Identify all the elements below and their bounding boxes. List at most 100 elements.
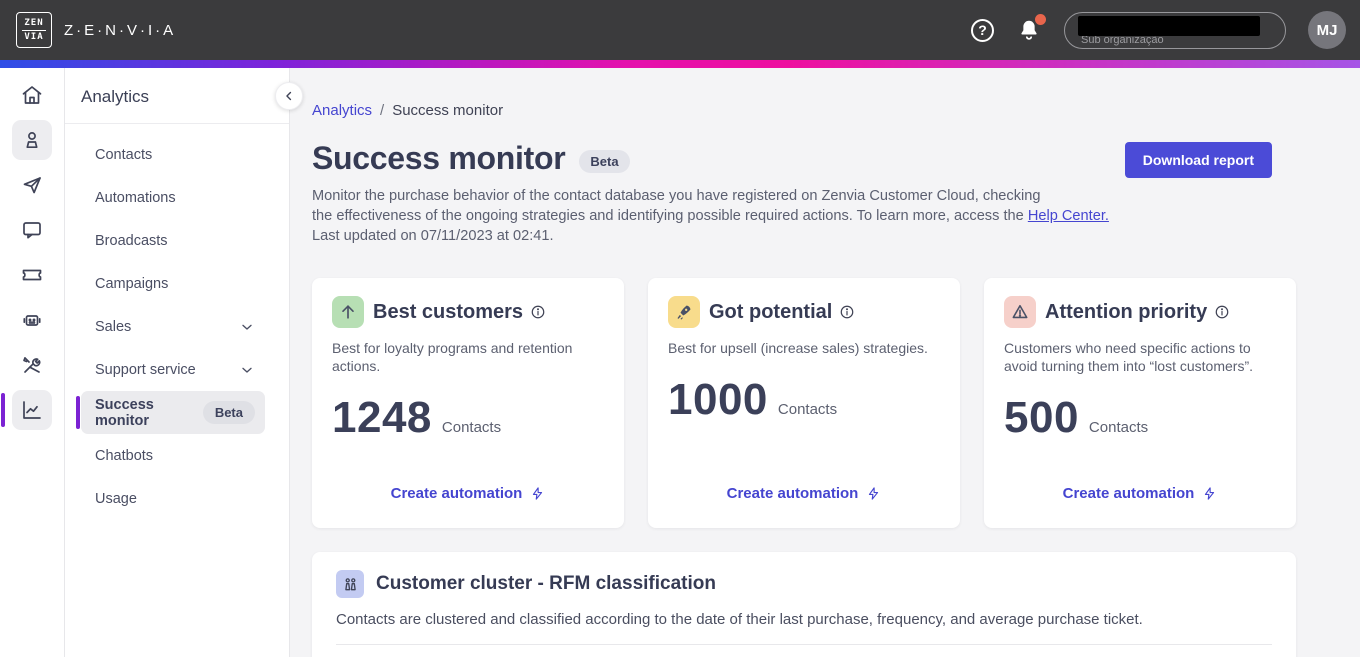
zenvia-wordmark: Z·E·N·V·I·A (64, 21, 177, 39)
module-icon-rail (0, 68, 65, 657)
create-automation-link[interactable]: Create automation (332, 485, 604, 514)
sidebar-item-label: Broadcasts (95, 232, 168, 249)
help-center-link[interactable]: Help Center. (1028, 208, 1109, 224)
tools-icon (23, 357, 41, 373)
people-group-icon (336, 570, 364, 598)
send-icon (23, 177, 41, 194)
logo-text-top: ZEN (22, 18, 46, 31)
user-avatar[interactable]: MJ (1308, 11, 1346, 49)
download-report-button[interactable]: Download report (1124, 142, 1272, 178)
contacts-unit: Contacts (777, 401, 838, 418)
warning-triangle-icon (1004, 296, 1036, 328)
breadcrumb: Analytics / Success monitor (312, 102, 1296, 119)
sidebar-item-label: Contacts (95, 146, 153, 163)
info-icon[interactable] (530, 304, 546, 320)
analytics-sidebar: Analytics Contacts Automations Broadcast… (65, 68, 303, 657)
sidebar-item-success-monitor[interactable]: Success monitor Beta (76, 391, 265, 434)
contacts-count: 1000 (668, 375, 768, 424)
sidebar-item-sales[interactable]: Sales (81, 305, 265, 348)
sidebar-item-campaigns[interactable]: Campaigns (81, 262, 265, 305)
create-automation-link[interactable]: Create automation (668, 485, 940, 514)
lightning-bolt-icon (869, 487, 879, 500)
got-potential-card: Got potential Best for upsell (increase … (648, 278, 960, 528)
avatar-initials: MJ (1316, 21, 1338, 39)
card-description: Customers who need specific actions to a… (1004, 340, 1253, 374)
card-title: Attention priority (1045, 300, 1208, 323)
card-title: Best customers (373, 300, 524, 323)
rail-item-broadcasts[interactable] (12, 165, 52, 205)
rail-item-chatbots[interactable] (12, 300, 52, 340)
sidebar-item-broadcasts[interactable]: Broadcasts (81, 219, 265, 262)
rail-item-conversations[interactable] (12, 210, 52, 250)
main-content: Analytics / Success monitor Success moni… (290, 68, 1360, 657)
robot-icon (23, 315, 41, 326)
sidebar-item-automations[interactable]: Automations (81, 176, 265, 219)
rail-item-contacts[interactable] (12, 120, 52, 160)
sidebar-item-chatbots[interactable]: Chatbots (81, 434, 265, 477)
attention-priority-card: Attention priority Customers who need sp… (984, 278, 1296, 528)
rail-item-tickets[interactable] (12, 255, 52, 295)
organization-selector[interactable]: A Sub organização (1064, 11, 1286, 49)
sidebar-item-label: Support service (95, 361, 196, 378)
contacts-unit: Contacts (1088, 419, 1149, 436)
rail-item-tools[interactable] (12, 345, 52, 385)
rail-item-home[interactable] (12, 75, 52, 115)
sidebar-item-label: Sales (95, 318, 132, 335)
chevron-left-icon (286, 91, 292, 101)
description-line-1: Monitor the purchase behavior of the con… (312, 188, 1041, 204)
sidebar-item-label: Chatbots (95, 447, 154, 464)
sidebar-item-label: Campaigns (95, 275, 169, 292)
create-automation-label: Create automation (1062, 485, 1195, 502)
page-description: Monitor the purchase behavior of the con… (312, 186, 1296, 246)
divider (336, 644, 1272, 645)
contacts-icon (26, 132, 38, 149)
notifications-button[interactable] (1016, 14, 1046, 43)
rfm-description: Contacts are clustered and classified ac… (336, 611, 1143, 628)
rail-item-analytics[interactable] (1, 390, 52, 430)
rocket-icon (668, 296, 700, 328)
analytics-chart-icon (23, 401, 41, 419)
chevron-down-icon (239, 319, 255, 335)
arrow-up-icon (332, 296, 364, 328)
create-automation-label: Create automation (726, 485, 859, 502)
card-title: Got potential (709, 300, 833, 323)
contacts-count: 500 (1004, 393, 1079, 442)
sidebar-item-support-service[interactable]: Support service (81, 348, 265, 391)
beta-badge: Beta (579, 150, 630, 173)
last-updated-text: Last updated on 07/11/2023 at 02:41. (312, 228, 554, 244)
create-automation-label: Create automation (390, 485, 523, 502)
brand-gradient-bar (0, 60, 1360, 68)
description-line-2: the effectiveness of the ongoing strateg… (312, 208, 1028, 224)
kpi-cards-row: Best customers Best for loyalty programs… (312, 278, 1296, 528)
sidebar-item-label: Usage (95, 490, 137, 507)
sidebar-collapse-button[interactable] (275, 82, 303, 110)
lightning-bolt-icon (1205, 487, 1215, 500)
help-icon[interactable]: ? (971, 18, 994, 42)
sidebar-item-contacts[interactable]: Contacts (81, 133, 265, 176)
contacts-unit: Contacts (441, 419, 502, 436)
sidebar-item-label: Success monitor (95, 396, 154, 429)
breadcrumb-current: Success monitor (392, 102, 504, 119)
notification-badge (1035, 14, 1046, 25)
help-glyph: ? (978, 22, 987, 38)
chevron-down-icon (239, 362, 255, 378)
lightning-bolt-icon (533, 487, 543, 500)
contacts-count: 1248 (332, 393, 432, 442)
info-icon[interactable] (839, 304, 855, 320)
rfm-title: Customer cluster - RFM classification (376, 573, 716, 594)
beta-badge: Beta (202, 401, 255, 424)
card-description: Best for upsell (increase sales) strateg… (668, 340, 928, 356)
ticket-icon (22, 269, 42, 281)
create-automation-link[interactable]: Create automation (1004, 485, 1276, 514)
zenvia-logo-icon: ZEN VIA (16, 12, 52, 48)
breadcrumb-analytics-link[interactable]: Analytics (312, 102, 372, 119)
breadcrumb-separator: / (380, 102, 385, 119)
sidebar-title: Analytics (81, 87, 150, 106)
sidebar-item-usage[interactable]: Usage (81, 477, 265, 520)
info-icon[interactable] (1214, 304, 1230, 320)
home-icon (22, 86, 42, 104)
card-description: Best for loyalty programs and retention … (332, 340, 573, 374)
redacted-org-name (1078, 15, 1260, 36)
best-customers-card: Best customers Best for loyalty programs… (312, 278, 624, 528)
rfm-classification-card: Customer cluster - RFM classification Co… (312, 552, 1296, 657)
